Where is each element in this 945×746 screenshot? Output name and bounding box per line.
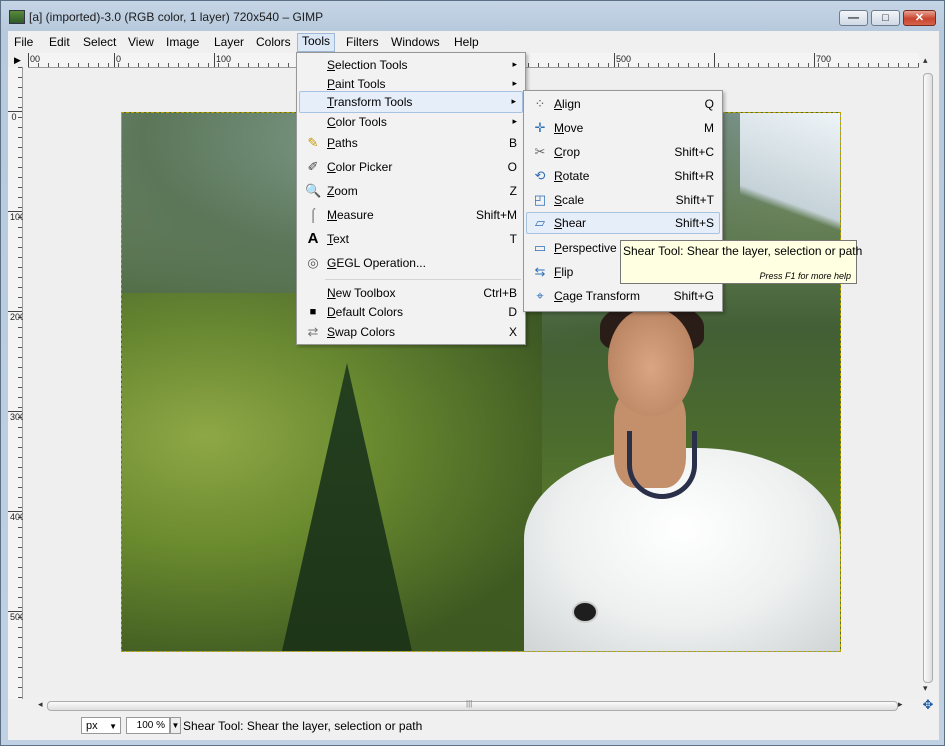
tooltip-text: Shear Tool: Shear the layer, selection o…	[623, 244, 863, 258]
align-icon: ⁘	[534, 96, 546, 111]
menu-item-zoom[interactable]: 🔍 Zoom Z	[299, 180, 523, 202]
menu-file[interactable]: File	[10, 34, 37, 51]
maximize-icon: □	[882, 12, 889, 24]
measure-icon: ⌠	[309, 207, 317, 222]
unit-value: px	[86, 720, 98, 732]
menu-layer[interactable]: Layer	[210, 34, 248, 51]
maximize-button[interactable]: □	[871, 10, 900, 26]
paths-icon: ✎	[307, 135, 319, 150]
zoom-dropdown-button[interactable]: ▼	[170, 717, 181, 734]
menu-item-text[interactable]: A Text T	[299, 228, 523, 250]
zoom-icon: 🔍	[305, 183, 322, 198]
vertical-ruler	[8, 67, 23, 699]
minimize-button[interactable]: —	[839, 10, 868, 26]
ruler-label: 200	[10, 312, 26, 322]
vertical-scroll-thumb[interactable]	[923, 73, 933, 683]
horizontal-scrollbar[interactable]: ◂ ||| ▸	[38, 698, 905, 712]
menu-windows[interactable]: Windows	[387, 34, 444, 51]
scroll-right-icon[interactable]: ▸	[898, 699, 903, 710]
shear-icon: ▱	[535, 215, 545, 230]
menu-bar: File Edit Select View Image Layer Colors…	[8, 31, 939, 53]
menu-item-swap-colors[interactable]: ⇄ Swap Colors X	[299, 321, 523, 343]
menu-item-shear[interactable]: ▱ Shear Shift+S	[526, 212, 720, 234]
zoom-field[interactable]: 100 %	[126, 717, 170, 734]
status-message: Shear Tool: Shear the layer, selection o…	[183, 719, 423, 733]
menu-item-paths[interactable]: ✎ Paths B	[299, 132, 523, 154]
navigate-icon[interactable]: ✥	[921, 698, 935, 712]
ruler-label: 400	[10, 512, 26, 522]
menu-item-color-tools[interactable]: Color Tools ▸	[299, 111, 523, 133]
flip-icon: ⇆	[534, 264, 546, 279]
submenu-arrow-icon: ▸	[512, 59, 517, 69]
rotate-icon: ⟲	[534, 168, 546, 183]
minimize-icon: —	[848, 12, 859, 24]
ruler-label: 300	[10, 412, 26, 422]
horizontal-scroll-thumb[interactable]: |||	[47, 699, 898, 711]
scroll-left-icon[interactable]: ◂	[38, 699, 43, 710]
vertical-scrollbar[interactable]: ▴ ▾	[920, 53, 934, 698]
close-icon: ✕	[914, 12, 925, 24]
tooltip: Shear Tool: Shear the layer, selection o…	[620, 240, 862, 284]
menu-separator	[325, 279, 521, 280]
menu-item-align[interactable]: ⁘ Align Q	[526, 93, 720, 115]
status-bar: px ▼ 100 % ▼ Shear Tool: Shear the layer…	[8, 714, 939, 736]
menu-filters[interactable]: Filters	[342, 34, 383, 51]
submenu-arrow-icon: ▸	[511, 96, 516, 106]
menu-select[interactable]: Select	[79, 34, 120, 51]
menu-item-measure[interactable]: ⌠ Measure Shift+M	[299, 204, 523, 226]
swap-colors-icon: ⇄	[307, 324, 319, 339]
ruler-label: 00	[30, 54, 41, 64]
menu-view[interactable]: View	[124, 34, 158, 51]
close-button[interactable]: ✕	[903, 10, 936, 26]
grip-icon: |||	[466, 699, 473, 708]
tooltip-hint: Press F1 for more help	[759, 271, 851, 281]
ruler-label: 700	[816, 54, 832, 64]
submenu-arrow-icon: ▸	[512, 78, 517, 88]
unit-select[interactable]: px ▼	[81, 717, 121, 734]
menu-item-crop[interactable]: ✂ Crop Shift+C	[526, 141, 720, 163]
scroll-down-icon[interactable]: ▾	[923, 683, 928, 694]
window-title: [a] (imported)-3.0 (RGB color, 1 layer) …	[29, 10, 324, 24]
ruler-corner-button[interactable]: ▶	[8, 53, 27, 67]
title-bar[interactable]: [a] (imported)-3.0 (RGB color, 1 layer) …	[1, 1, 944, 31]
menu-item-move[interactable]: ✛ Move M	[526, 117, 720, 139]
menu-item-transform-tools[interactable]: Transform Tools ▸	[299, 91, 523, 113]
crop-icon: ✂	[534, 144, 546, 159]
tools-menu: Selection Tools ▸ Paint Tools ▸ Transfor…	[296, 52, 526, 345]
ruler-label: 0	[11, 112, 17, 122]
perspective-icon: ▭	[533, 240, 547, 255]
ruler-label: 100	[216, 54, 232, 64]
menu-item-color-picker[interactable]: ✐ Color Picker O	[299, 156, 523, 178]
menu-edit[interactable]: Edit	[45, 34, 74, 51]
menu-item-default-colors[interactable]: ■ Default Colors D	[299, 301, 523, 323]
color-picker-icon: ✐	[307, 159, 319, 174]
ruler-label: 0	[116, 54, 122, 64]
chevron-down-icon: ▼	[109, 722, 117, 731]
menu-colors[interactable]: Colors	[252, 34, 295, 51]
default-colors-icon: ■	[309, 306, 317, 318]
scroll-up-icon[interactable]: ▴	[923, 55, 928, 66]
ruler-label: 500	[10, 612, 26, 622]
menu-item-rotate[interactable]: ⟲ Rotate Shift+R	[526, 165, 720, 187]
gegl-icon: ◎	[307, 255, 319, 270]
menu-item-cage-transform[interactable]: ⌖ Cage Transform Shift+G	[526, 285, 720, 307]
menu-image[interactable]: Image	[162, 34, 203, 51]
move-icon: ✛	[534, 120, 546, 135]
menu-item-gegl-operation[interactable]: ◎ GEGL Operation...	[299, 252, 523, 274]
ruler-label: 500	[616, 54, 632, 64]
menu-item-scale[interactable]: ◰ Scale Shift+T	[526, 189, 720, 211]
scale-icon: ◰	[533, 192, 547, 207]
submenu-arrow-icon: ▸	[512, 116, 517, 126]
text-icon: A	[307, 230, 319, 247]
cage-transform-icon: ⌖	[536, 288, 544, 303]
menu-help[interactable]: Help	[450, 34, 483, 51]
app-icon	[9, 10, 25, 24]
menu-tools[interactable]: Tools	[297, 33, 336, 52]
ruler-label: 100	[10, 212, 26, 222]
